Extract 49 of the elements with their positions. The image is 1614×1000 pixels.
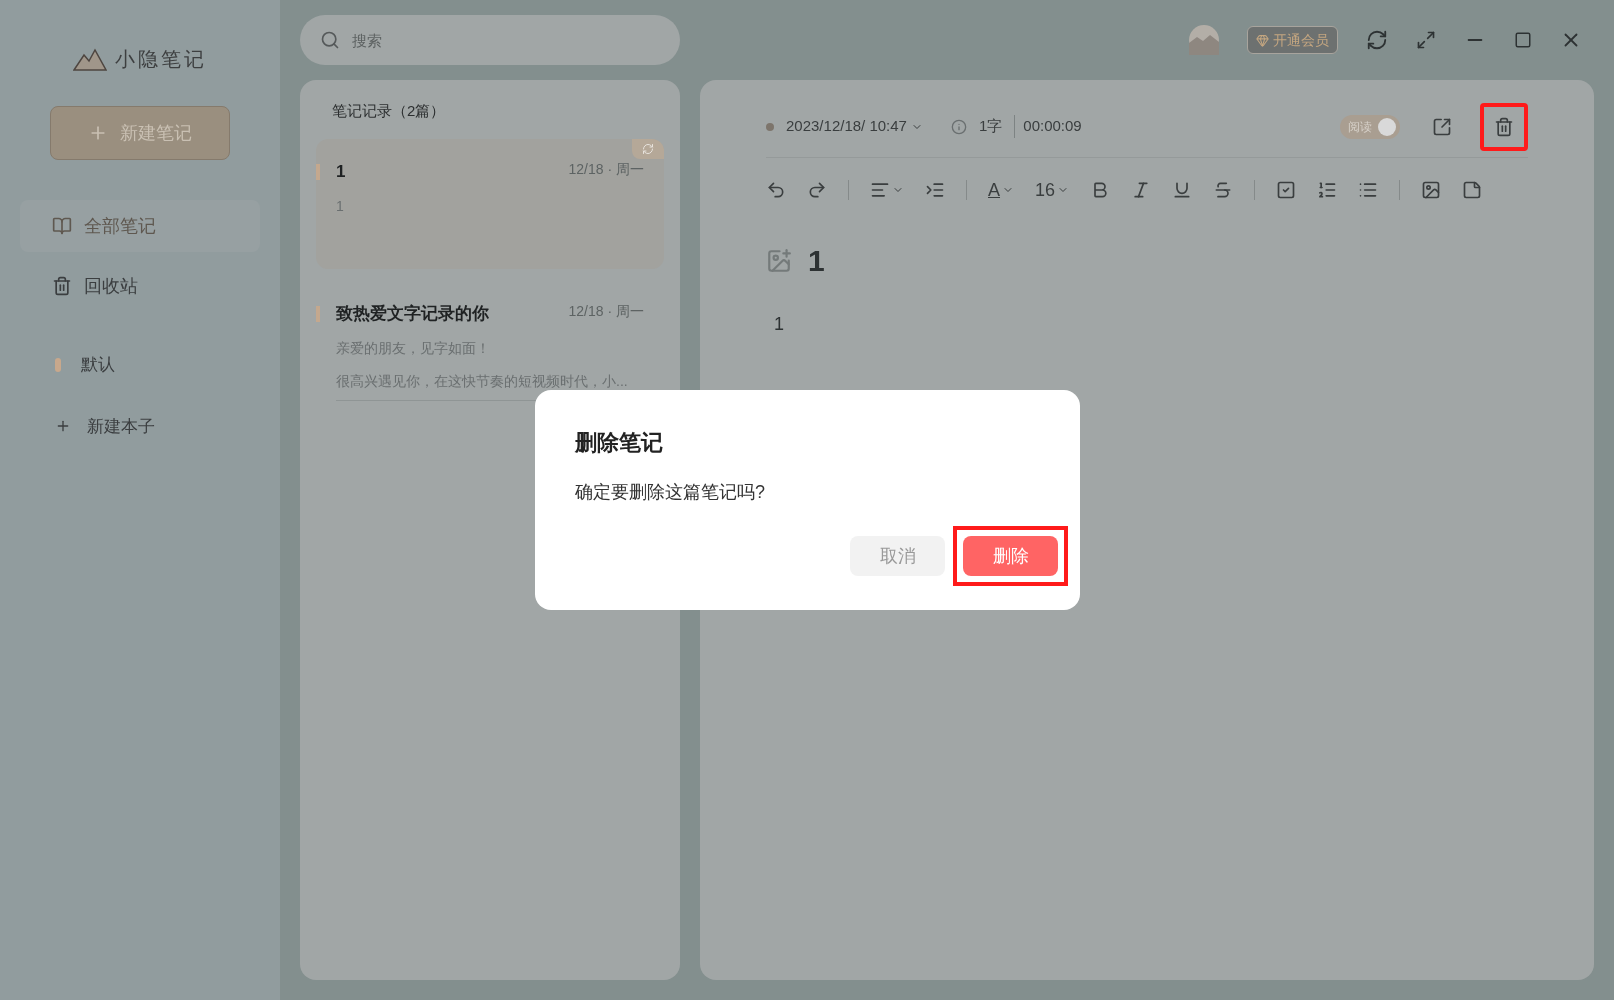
line-spacing-icon[interactable] — [925, 180, 945, 200]
image-icon[interactable] — [1421, 180, 1442, 200]
undo-icon[interactable] — [766, 180, 786, 200]
note-marker — [316, 305, 320, 322]
note-list-title: 笔记记录（2篇） — [331, 101, 447, 121]
editor-body: 1 — [773, 313, 785, 336]
diamond-icon — [1256, 33, 1269, 47]
search-field[interactable]: 搜索 — [300, 15, 680, 65]
dialog-title: 删除笔记 — [575, 429, 664, 457]
text-color-dropdown[interactable]: A — [988, 176, 1014, 204]
vip-button[interactable]: 开通会员 — [1247, 26, 1338, 54]
app-name: 小隐笔记 — [115, 47, 207, 72]
dialog-message: 确定要删除这篇笔记吗? — [575, 481, 766, 504]
fullscreen-icon[interactable] — [1416, 30, 1436, 50]
mountain-logo-icon — [73, 47, 107, 71]
numbered-list-icon[interactable] — [1317, 180, 1338, 200]
book-icon — [52, 216, 72, 236]
sync-badge — [632, 138, 664, 159]
duration: 00:00:09 — [1014, 115, 1082, 138]
checkbox-icon[interactable] — [1276, 180, 1297, 200]
cancel-button[interactable]: 取消 — [850, 536, 945, 576]
sync-icon[interactable] — [1366, 29, 1388, 51]
note-title: 1 — [336, 160, 346, 183]
trash-icon[interactable] — [1494, 116, 1514, 137]
search-icon — [320, 30, 340, 50]
note-title: 致热爱文字记录的你 — [336, 302, 489, 325]
delete-button[interactable]: 删除 — [963, 536, 1058, 576]
add-notebook-button[interactable]: 新建本子 — [55, 413, 225, 439]
align-left-icon — [870, 180, 890, 200]
notebook-item[interactable]: 默认 — [55, 352, 225, 378]
editor-title: 1 — [808, 243, 825, 279]
nav-item[interactable]: 回收站 — [20, 260, 260, 312]
note-date: 12/18 · 周一 — [568, 301, 644, 321]
note-marker — [316, 163, 320, 180]
share-icon[interactable] — [1432, 116, 1452, 137]
datetime-dropdown[interactable]: 2023/12/18/ 10:47 — [786, 115, 923, 138]
note-card[interactable]: 1 12/18 · 周一 1 — [316, 138, 664, 269]
info-icon — [950, 118, 967, 135]
note-preview: 1 — [336, 197, 345, 216]
bullet-list-icon[interactable] — [1358, 180, 1379, 200]
sticky-note-icon[interactable] — [1462, 180, 1483, 200]
word-count: 1字 — [978, 116, 1003, 137]
font-size-dropdown[interactable]: 16 — [1035, 176, 1070, 204]
trash-icon — [52, 276, 72, 296]
redo-icon[interactable] — [807, 180, 827, 200]
nav-item[interactable]: 全部笔记 — [20, 200, 260, 252]
align-dropdown[interactable] — [870, 180, 904, 200]
note-date: 12/18 · 周一 — [568, 159, 644, 179]
maximize-icon[interactable] — [1514, 31, 1532, 49]
